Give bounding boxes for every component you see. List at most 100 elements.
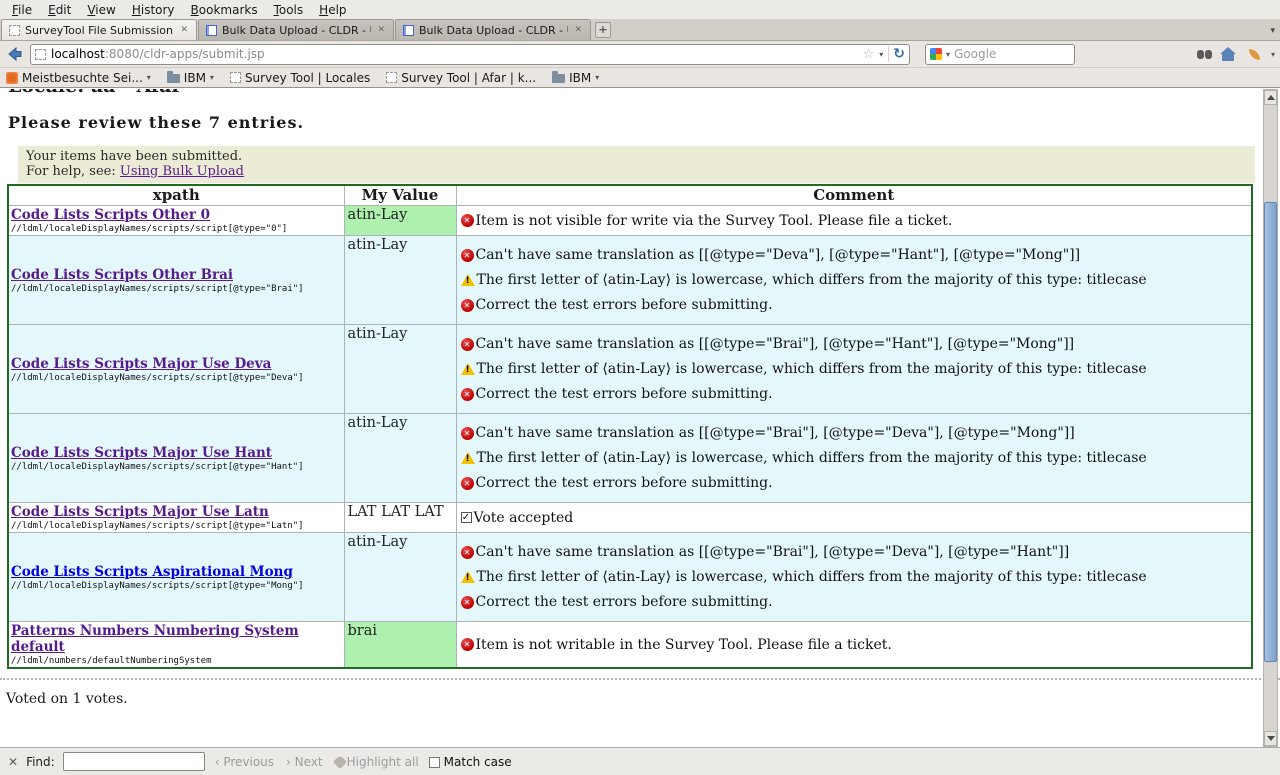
url-bar[interactable]: localhost:8080/cldr-apps/submit.jsp ☆ ▾ … [30, 44, 910, 65]
comment-item: Item is not visible for write via the Su… [461, 213, 1248, 229]
bookmark-item-3[interactable]: Survey Tool | Locales [230, 71, 370, 85]
search-placeholder: Google [954, 47, 996, 61]
document-favicon-icon [403, 25, 414, 36]
comment-item: Can't have same translation as [[@type="… [461, 425, 1248, 441]
xpath-link[interactable]: Code Lists Scripts Other Brai [11, 267, 233, 283]
list-all-tabs-icon[interactable]: ▾ [1270, 26, 1279, 36]
tab-title: Bulk Data Upload - CLDR - Un... [419, 24, 568, 37]
comment-cell: Item is not visible for write via the Su… [456, 206, 1252, 236]
scrollbar-thumb[interactable] [1264, 202, 1277, 662]
new-tab-button[interactable]: + [595, 22, 611, 38]
comment-text: Can't have same translation as [[@type="… [476, 247, 1081, 263]
menu-view[interactable]: View [79, 1, 123, 19]
highlight-all-button[interactable]: Highlight all [333, 755, 421, 769]
xpath-cell: Code Lists Scripts Aspirational Mong//ld… [8, 533, 344, 622]
tab-close-icon[interactable]: ✕ [179, 25, 189, 35]
menu-help[interactable]: Help [311, 1, 354, 19]
separator-rule [0, 678, 1280, 680]
table-row: Code Lists Scripts Major Use Hant//ldml/… [8, 414, 1252, 503]
xpath-cell: Code Lists Scripts Other Brai//ldml/loca… [8, 236, 344, 325]
placeholder-favicon-icon [230, 72, 241, 83]
scroll-up-arrow-icon [1267, 95, 1275, 100]
match-case-checkbox[interactable] [429, 757, 440, 768]
page-favicon-placeholder-icon [35, 49, 46, 60]
error-icon [461, 299, 474, 312]
xpath-link[interactable]: Code Lists Scripts Major Use Hant [11, 445, 272, 461]
menu-edit[interactable]: Edit [40, 1, 79, 19]
comment-text: Correct the test errors before submittin… [476, 594, 773, 610]
comment-item: Can't have same translation as [[@type="… [461, 336, 1248, 352]
folder-icon [167, 74, 180, 83]
smart-folder-icon [6, 72, 18, 84]
review-heading: Please review these 7 entries. [8, 113, 1280, 132]
url-text[interactable]: localhost:8080/cldr-apps/submit.jsp [51, 47, 858, 61]
bookmark-item-1[interactable]: Meistbesuchte Sei... ▾ [6, 71, 151, 85]
using-bulk-upload-link[interactable]: Using Bulk Upload [120, 164, 244, 179]
extension-button[interactable] [1244, 43, 1266, 65]
comment-text: The first letter of ⟨atin-Lay⟩ is lowerc… [477, 361, 1147, 377]
comment-text: Correct the test errors before submittin… [476, 297, 773, 313]
xpath-link[interactable]: Code Lists Scripts Major Use Latn [11, 504, 269, 520]
xpath-cell: Code Lists Scripts Major Use Latn//ldml/… [8, 503, 344, 533]
back-button[interactable] [5, 44, 25, 64]
xpath-path: //ldml/localeDisplayNames/scripts/script… [11, 521, 342, 531]
tab-close-icon[interactable]: ✕ [376, 25, 386, 35]
url-dropdown-icon[interactable]: ▾ [879, 50, 883, 59]
comment-text: Vote accepted [474, 510, 574, 526]
my-value-cell: atin-Lay [344, 206, 456, 236]
comment-text: The first letter of ⟨atin-Lay⟩ is lowerc… [477, 569, 1147, 585]
bookmark-star-icon[interactable]: ☆ [863, 47, 875, 62]
find-next-button[interactable]: Next [284, 755, 325, 769]
find-label: Find: [26, 755, 55, 769]
chevron-down-icon: ▾ [147, 73, 151, 82]
error-icon [461, 388, 474, 401]
menu-history[interactable]: History [124, 1, 183, 19]
bookmark-item-2[interactable]: IBM▾ [167, 71, 214, 85]
bookmark-item-4[interactable]: Survey Tool | Afar | k... [386, 71, 536, 85]
find-close-icon[interactable]: ✕ [8, 755, 18, 769]
bookmark-item-5[interactable]: IBM▾ [552, 71, 599, 85]
table-row: Code Lists Scripts Major Use Deva//ldml/… [8, 325, 1252, 414]
error-icon [461, 249, 474, 262]
xpath-link[interactable]: Patterns Numbers Numbering System defaul… [11, 623, 299, 655]
search-bar[interactable]: ▾ Google [925, 44, 1075, 65]
scroll-down-button[interactable] [1264, 731, 1277, 746]
toolbar-overflow-icon[interactable]: ▾ [1271, 50, 1275, 59]
bookmark-label: Meistbesuchte Sei... [22, 71, 143, 85]
comment-item: Can't have same translation as [[@type="… [461, 544, 1248, 560]
xpath-cell: Code Lists Scripts Other 0//ldml/localeD… [8, 206, 344, 236]
search-engine-dropdown-icon[interactable]: ▾ [946, 50, 950, 59]
menu-tools[interactable]: Tools [266, 1, 312, 19]
comment-cell: Can't have same translation as [[@type="… [456, 533, 1252, 622]
menu-bookmarks[interactable]: Bookmarks [183, 1, 266, 19]
error-icon [461, 638, 474, 651]
scroll-up-button[interactable] [1264, 90, 1277, 105]
xpath-link[interactable]: Code Lists Scripts Aspirational Mong [11, 564, 293, 580]
clipped-page-heading: Locale: aa - Afar [8, 89, 1280, 97]
comment-cell: Vote accepted [456, 503, 1252, 533]
menu-file[interactable]: File [4, 1, 40, 19]
match-case-toggle[interactable]: Match case [429, 755, 512, 769]
xpath-link[interactable]: Code Lists Scripts Other 0 [11, 207, 210, 223]
error-icon [461, 427, 474, 440]
error-icon [461, 477, 474, 490]
find-previous-button[interactable]: Previous [213, 755, 276, 769]
xpath-link[interactable]: Code Lists Scripts Major Use Deva [11, 356, 271, 372]
comment-item: The first letter of ⟨atin-Lay⟩ is lowerc… [461, 450, 1248, 466]
my-value-cell: atin-Lay [344, 414, 456, 503]
tab-3[interactable]: Bulk Data Upload - CLDR - Un... ✕ [395, 19, 591, 40]
tab-1[interactable]: SurveyTool File Submission | ... ✕ [1, 19, 197, 40]
tab-close-icon[interactable]: ✕ [573, 25, 583, 35]
reload-icon[interactable]: ↻ [888, 46, 905, 62]
vertical-scrollbar[interactable] [1263, 89, 1278, 747]
home-button[interactable] [1217, 43, 1239, 65]
document-favicon-icon [206, 25, 217, 36]
find-input[interactable] [63, 752, 205, 771]
back-arrow-icon [6, 45, 24, 63]
tab-2[interactable]: Bulk Data Upload - CLDR - Un...✕ [198, 19, 394, 40]
table-row: Code Lists Scripts Other Brai//ldml/loca… [8, 236, 1252, 325]
find-binoculars-button[interactable] [1190, 43, 1212, 65]
tab-title: SurveyTool File Submission | ... [25, 24, 174, 37]
comment-text: The first letter of ⟨atin-Lay⟩ is lowerc… [477, 450, 1147, 466]
error-icon [461, 546, 474, 559]
